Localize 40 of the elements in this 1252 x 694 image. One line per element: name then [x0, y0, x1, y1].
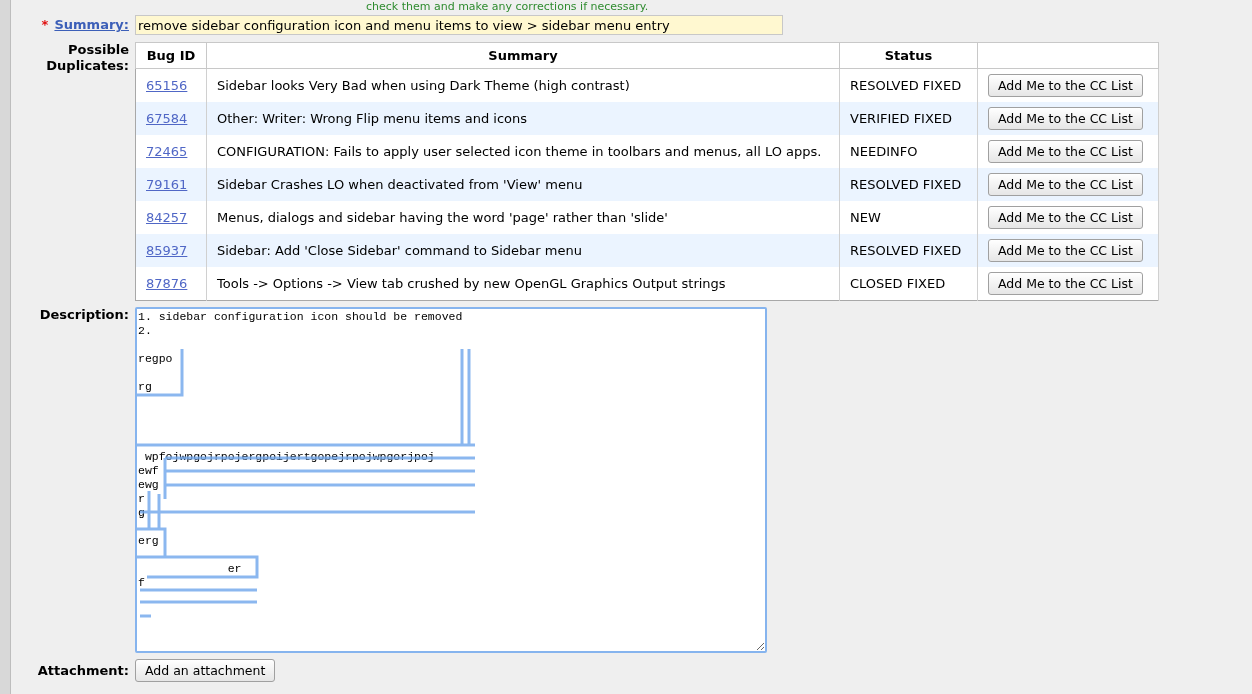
field-label: Description: [38, 307, 129, 323]
bug-summary: Sidebar Crashes LO when deactivated from 'View' menu [217, 177, 583, 192]
bug-status: RESOLVED FIXED [850, 243, 962, 258]
column-header: Summary [206, 42, 840, 69]
required-marker: * [41, 17, 49, 33]
add-cc-button[interactable]: Add Me to the CC List [988, 272, 1143, 295]
notice-text: check them and make any corrections if necessary. [366, 0, 649, 13]
add-cc-button[interactable]: Add Me to the CC List [988, 173, 1143, 196]
bug-summary: Sidebar looks Very Bad when using Dark Theme (high contrast) [217, 78, 630, 93]
column-header: Bug ID [135, 42, 207, 69]
bug-status: VERIFIED FIXED [850, 111, 953, 126]
summary-label-link[interactable]: Summary: [54, 17, 129, 33]
description-field[interactable]: 1. sidebar configuration icon should be removed 2. regpo rg wpfojwpgojrpojergpoijertgopejrpojwpgorjpoj ewf ewg r g erg er f [135, 307, 767, 653]
field-label: Possible Duplicates: [45, 42, 129, 74]
bug-summary: Other: Writer: Wrong Flip menu items and icons [217, 111, 527, 126]
column-header: Status [839, 42, 978, 69]
add-cc-button[interactable]: Add Me to the CC List [988, 239, 1143, 262]
summary-field[interactable]: remove sidebar configuration icon and menu items to view > sidebar menu entry [135, 15, 783, 35]
bug-status: NEW [850, 210, 881, 225]
bug-summary: CONFIGURATION: Fails to apply user selected icon theme in toolbars and menus, all LO apps. [217, 144, 822, 159]
bug-summary: Sidebar: Add 'Close Sidebar' command to Sidebar menu [217, 243, 582, 258]
bug-id-link[interactable]: 79161 [146, 177, 188, 192]
add-attachment-button[interactable]: Add an attachment [135, 659, 276, 682]
add-cc-button[interactable]: Add Me to the CC List [988, 206, 1143, 229]
field-label: Attachment: [36, 662, 129, 679]
bug-summary: Tools -> Options -> View tab crushed by new OpenGL Graphics Output strings [217, 276, 726, 291]
bug-id-link[interactable]: 85937 [146, 243, 188, 258]
bug-id-link[interactable]: 84257 [146, 210, 188, 225]
add-cc-button[interactable]: Add Me to the CC List [988, 107, 1143, 130]
bug-status: RESOLVED FIXED [850, 78, 962, 93]
bug-id-link[interactable]: 87876 [146, 276, 188, 291]
bug-summary: Menus, dialogs and sidebar having the word 'page' rather than 'slide' [217, 210, 668, 225]
bug-id-link[interactable]: 72465 [146, 144, 188, 159]
bug-status: CLOSED FIXED [850, 276, 946, 291]
bug-id-link[interactable]: 67584 [146, 111, 188, 126]
bug-id-link[interactable]: 65156 [146, 78, 188, 93]
bug-status: NEEDINFO [850, 144, 918, 159]
add-cc-button[interactable]: Add Me to the CC List [988, 74, 1143, 97]
add-cc-button[interactable]: Add Me to the CC List [988, 140, 1143, 163]
bug-status: RESOLVED FIXED [850, 177, 962, 192]
